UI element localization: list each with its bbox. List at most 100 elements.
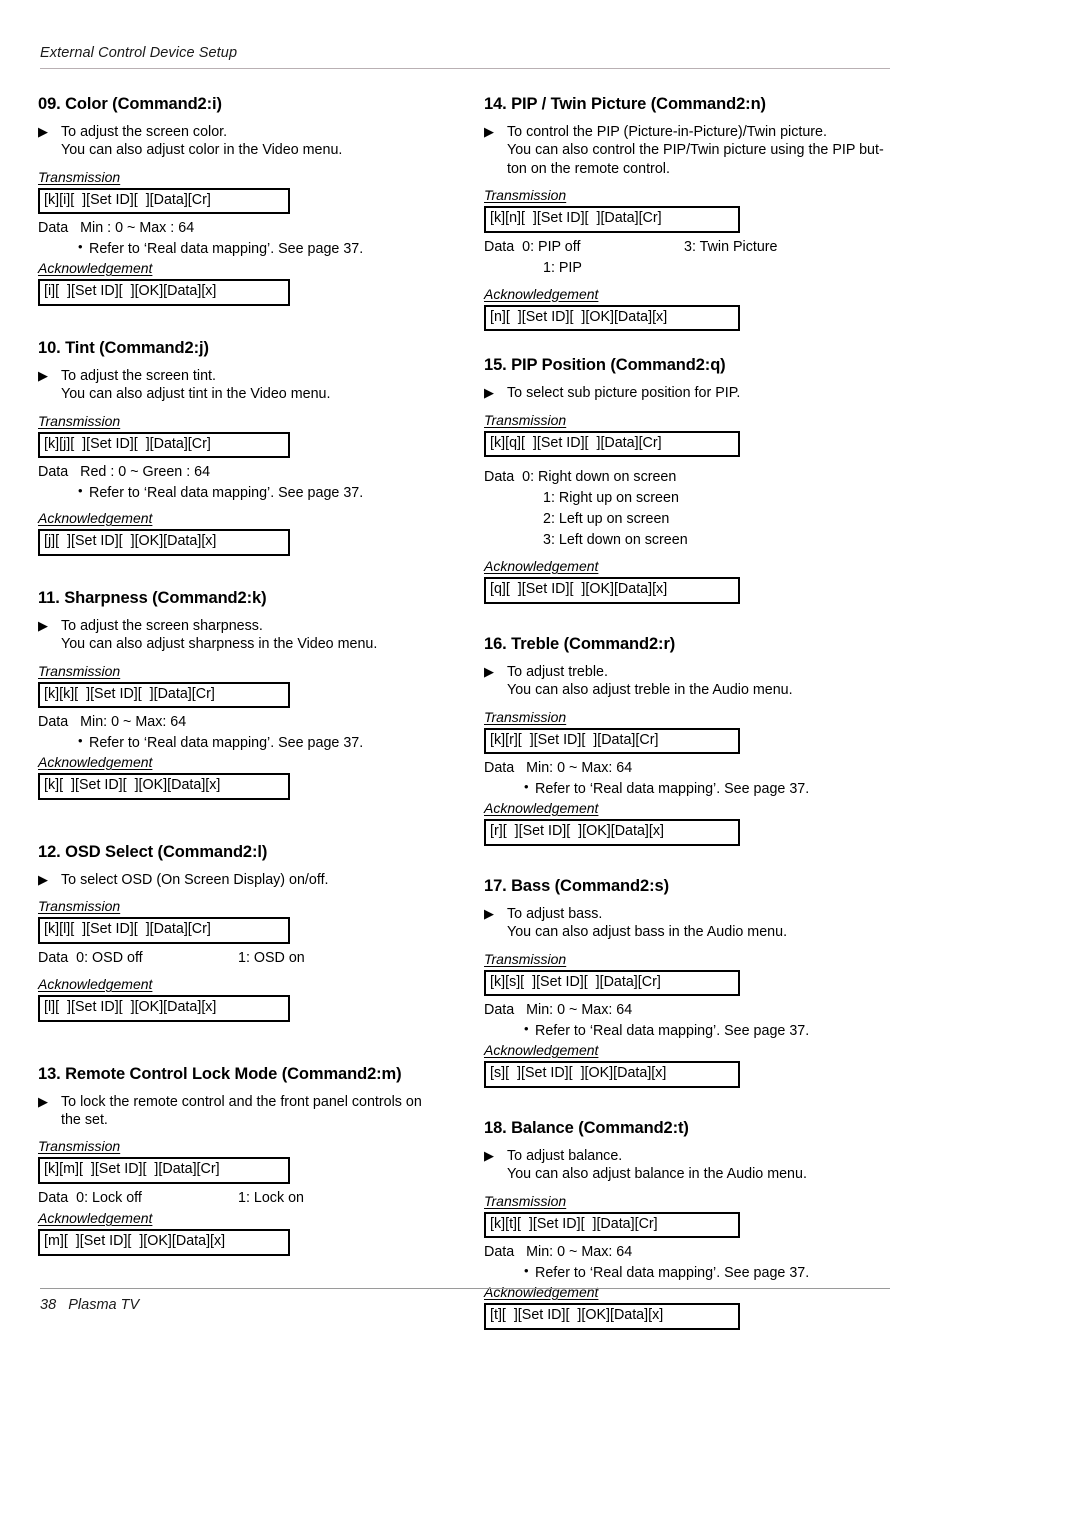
section-11-sharpness: 11. Sharpness (Command2:k) ▶ To adjust t…	[38, 589, 458, 800]
left-column: 09. Color (Command2:i) ▶ To adjust the s…	[38, 95, 458, 1261]
reference-text: Refer to ‘Real data mapping’. See page 3…	[535, 781, 810, 798]
data-subline: 3: Left down on screen	[543, 532, 688, 549]
data-line: Data Red : 0 ~ Green : 64	[38, 463, 458, 481]
data-value: 0: Right down on screen	[522, 469, 677, 486]
acknowledgement-label: Acknowledgement	[484, 1042, 599, 1059]
transmission-label: Transmission	[38, 898, 121, 915]
reference-text: Refer to ‘Real data mapping’. See page 3…	[535, 1023, 810, 1040]
triangle-bullet-icon: ▶	[484, 905, 494, 921]
section-title: 15. PIP Position (Command2:q)	[484, 356, 726, 375]
acknowledgement-label: Acknowledgement	[38, 975, 153, 992]
section-title: 11. Sharpness (Command2:k)	[38, 589, 267, 607]
data-subline: 1: Right up on screen	[543, 490, 679, 507]
dot-bullet-icon: •	[78, 239, 83, 255]
triangle-bullet-icon: ▶	[38, 1093, 48, 1109]
section-description: ▶ To control the PIP (Picture-in-Picture…	[484, 123, 904, 178]
section-description: ▶ To lock the remote control and the fro…	[38, 1093, 458, 1130]
transmission-label: Transmission	[484, 186, 567, 203]
data-value: Min: 0 ~ Max: 64	[526, 1244, 633, 1261]
section-title: 17. Bass (Command2:s)	[484, 877, 669, 895]
section-title: 09. Color (Command2:i)	[38, 95, 222, 113]
description-line-2: You can also adjust tint in the Video me…	[61, 386, 331, 403]
reference-note: • Refer to ‘Real data mapping’. See page …	[38, 483, 458, 502]
description-line-2: the set.	[61, 1111, 108, 1128]
reference-text: Refer to ‘Real data mapping’. See page 3…	[89, 241, 364, 258]
transmission-code-box: [k][s][ ][Set ID][ ][Data][Cr]	[484, 969, 740, 997]
data-value-secondary: 1: OSD on	[238, 949, 305, 966]
data-label: Data	[484, 1244, 515, 1261]
product-name: Plasma TV	[68, 1297, 140, 1313]
page-number: 38	[40, 1297, 57, 1313]
acknowledgement-code-box: [q][ ][Set ID][ ][OK][Data][x]	[484, 577, 740, 604]
reference-note: • Refer to ‘Real data mapping’. See page …	[484, 1021, 904, 1040]
dot-bullet-icon: •	[524, 1263, 529, 1279]
page-footer: 38 Plasma TV	[40, 1288, 890, 1313]
description-line-1: To adjust the screen sharpness.	[61, 617, 263, 634]
transmission-code-box: [k][n][ ][Set ID][ ][Data][Cr]	[484, 205, 740, 233]
section-title: 14. PIP / Twin Picture (Command2:n)	[484, 95, 766, 113]
section-17-bass: 17. Bass (Command2:s) ▶ To adjust bass. …	[484, 877, 904, 1088]
manual-page: External Control Device Setup 09. Color …	[0, 0, 1080, 1528]
data-value: Min: 0 ~ Max: 64	[526, 1002, 633, 1019]
data-label: Data	[484, 238, 515, 255]
section-10-tint: 10. Tint (Command2:j) ▶ To adjust the sc…	[38, 339, 458, 556]
description-line-2: You can also adjust balance in the Audio…	[507, 1166, 807, 1183]
triangle-bullet-icon: ▶	[38, 123, 48, 139]
description-line-1: To adjust the screen tint.	[61, 367, 216, 384]
transmission-label: Transmission	[38, 1138, 121, 1155]
data-line: Data 0: Right down on screen	[484, 468, 904, 486]
data-label: Data	[484, 1002, 515, 1019]
acknowledgement-label: Acknowledgement	[484, 558, 599, 575]
reference-note: • Refer to ‘Real data mapping’. See page …	[484, 1263, 904, 1282]
data-value-secondary: 1: Lock on	[238, 1189, 304, 1206]
data-value: Min: 0 ~ Max: 64	[526, 760, 633, 777]
data-label: Data	[38, 220, 69, 237]
data-value: Red : 0 ~ Green : 64	[80, 464, 211, 481]
description-line-1: To control the PIP (Picture-in-Picture)/…	[507, 123, 827, 140]
reference-text: Refer to ‘Real data mapping’. See page 3…	[89, 735, 364, 752]
data-line: Data 0: OSD off 1: OSD on	[38, 949, 458, 967]
transmission-label: Transmission	[38, 412, 121, 429]
description-line-2: You can also adjust sharpness in the Vid…	[61, 636, 378, 653]
acknowledgement-code-box: [s][ ][Set ID][ ][OK][Data][x]	[484, 1061, 740, 1088]
data-line: Data Min: 0 ~ Max: 64	[38, 713, 458, 731]
acknowledgement-label: Acknowledgement	[38, 754, 153, 771]
acknowledgement-label: Acknowledgement	[38, 510, 153, 527]
acknowledgement-code-box: [n][ ][Set ID][ ][OK][Data][x]	[484, 304, 740, 332]
description-line-1: To lock the remote control and the front…	[61, 1093, 422, 1110]
data-label: Data	[38, 1189, 69, 1206]
data-label: Data	[484, 760, 515, 777]
data-line: Data Min: 0 ~ Max: 64	[484, 1001, 904, 1019]
acknowledgement-code-box: [l][ ][Set ID][ ][OK][Data][x]	[38, 994, 290, 1022]
description-line-1: To adjust treble.	[507, 663, 608, 680]
section-description: ▶ To adjust bass. You can also adjust ba…	[484, 905, 904, 942]
right-column: 14. PIP / Twin Picture (Command2:n) ▶ To…	[484, 95, 904, 1335]
section-title: 13. Remote Control Lock Mode (Command2:m…	[38, 1064, 402, 1083]
data-value: Min: 0 ~ Max: 64	[80, 714, 187, 731]
transmission-label: Transmission	[484, 411, 567, 428]
data-line: Data Min : 0 ~ Max : 64	[38, 219, 458, 237]
data-subline: 2: Left up on screen	[543, 511, 670, 528]
running-head-text: External Control Device Setup	[40, 45, 238, 61]
section-description: ▶ To select OSD (On Screen Display) on/o…	[38, 871, 458, 889]
data-label: Data	[38, 949, 69, 966]
reference-note: • Refer to ‘Real data mapping’. See page …	[38, 239, 458, 258]
transmission-code-box: [k][j][ ][Set ID][ ][Data][Cr]	[38, 431, 290, 459]
acknowledgement-label: Acknowledgement	[484, 800, 599, 817]
transmission-label: Transmission	[484, 708, 567, 725]
description-line-3: ton on the remote control.	[507, 160, 670, 177]
reference-text: Refer to ‘Real data mapping’. See page 3…	[89, 485, 364, 502]
section-description: ▶ To adjust treble. You can also adjust …	[484, 663, 904, 700]
header-divider	[40, 68, 890, 69]
section-description: ▶ To adjust the screen sharpness. You ca…	[38, 617, 458, 654]
data-label: Data	[38, 714, 69, 731]
description-line-1: To adjust balance.	[507, 1147, 623, 1164]
description-line-1: To adjust the screen color.	[61, 123, 228, 140]
reference-note: • Refer to ‘Real data mapping’. See page …	[484, 779, 904, 798]
data-line: Data 0: PIP off 3: Twin Picture	[484, 238, 904, 256]
